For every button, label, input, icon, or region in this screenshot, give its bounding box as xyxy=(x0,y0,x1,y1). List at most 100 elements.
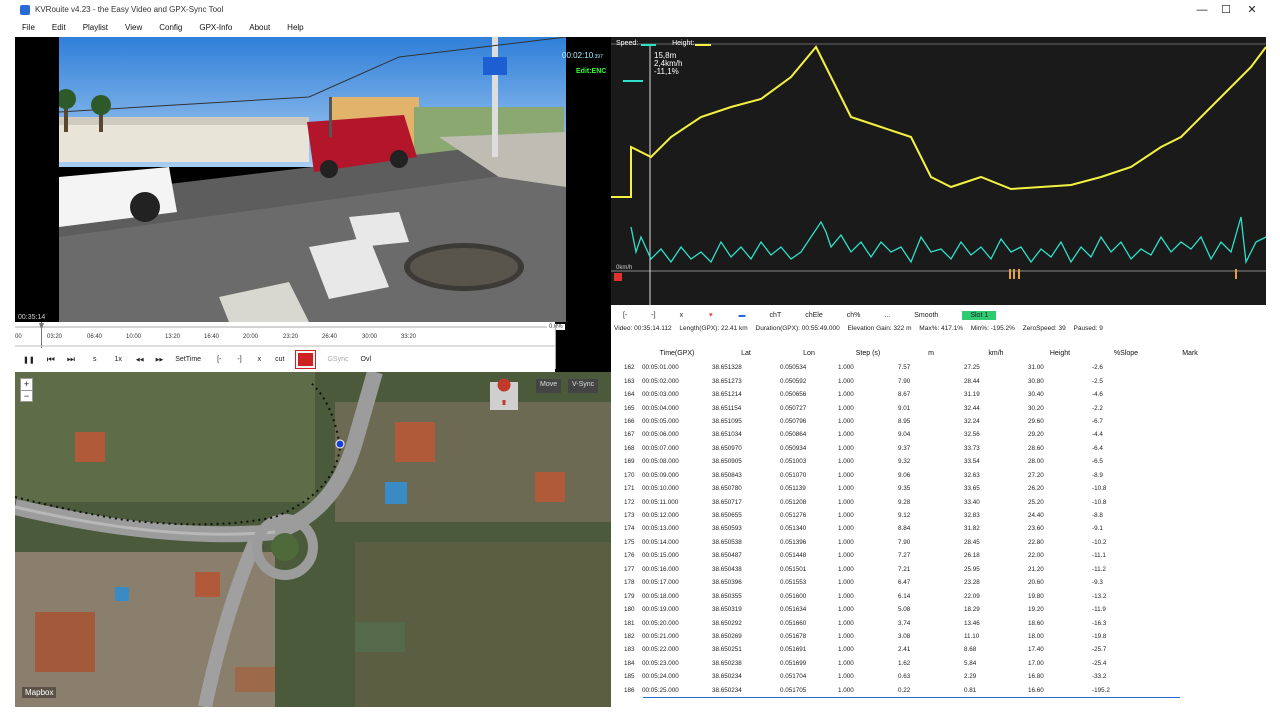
table-row[interactable]: 179 00:05:18.000 38.650355 0.051600 1.000 6.1… xyxy=(614,589,1254,602)
chart-line-icon[interactable]: ▬ xyxy=(739,312,746,319)
mark-out-button[interactable]: -] xyxy=(237,356,241,363)
video-frame[interactable] xyxy=(59,37,566,322)
chart-clear-button[interactable]: x xyxy=(680,312,684,319)
menu-config[interactable]: Config xyxy=(159,23,182,32)
table-cell: 00:05:06.000 xyxy=(642,431,679,439)
table-cell: 166 xyxy=(624,417,635,425)
table-cell: -25.7 xyxy=(1092,646,1107,654)
chart-mark-out-button[interactable]: -] xyxy=(651,312,655,319)
move-button[interactable]: Move xyxy=(536,379,562,393)
fast-forward-button[interactable]: ▶▶ xyxy=(156,357,164,363)
elevation-speed-chart[interactable] xyxy=(611,37,1267,305)
table-cell: -195.2 xyxy=(1092,686,1110,694)
next-button[interactable]: ⏭ xyxy=(67,354,75,365)
table-row[interactable]: 171 00:05:10.000 38.650780 0.051139 1.000 9.3… xyxy=(614,482,1254,495)
table-row[interactable]: 184 00:05:23.000 38.650238 0.051699 1.000 1.6… xyxy=(614,657,1254,670)
timeline-tick-label: 13:20 xyxy=(165,334,181,340)
chart-marker-icon[interactable]: 🔻 xyxy=(707,312,714,319)
table-cell: 38.650292 xyxy=(712,619,742,627)
header-height[interactable]: Height xyxy=(1028,350,1092,357)
table-row[interactable]: 172 00:05:11.000 38.650717 0.051208 1.000 9.2… xyxy=(614,495,1254,508)
table-cell: 38.650319 xyxy=(712,606,742,614)
gsync-button[interactable]: GSync xyxy=(327,356,348,363)
chart-controls: [- -] x 🔻 ▬ chT chEle ch% ... Smooth Slo… xyxy=(611,309,1266,321)
table-row[interactable]: 162 00:05:01.000 38.651328 0.050534 1.000 7.5… xyxy=(614,361,1254,374)
table-row[interactable]: 175 00:05:14.000 38.650538 0.051396 1.000 7.9… xyxy=(614,536,1254,549)
menu-file[interactable]: File xyxy=(22,23,35,32)
table-row[interactable]: 163 00:05:02.000 38.651273 0.050592 1.000 7.9… xyxy=(614,374,1254,387)
chart-elevation-button[interactable]: chEle xyxy=(805,312,823,319)
close-button[interactable]: ✕ xyxy=(1239,0,1265,19)
rewind-button[interactable]: ◀◀ xyxy=(136,357,144,363)
step-button[interactable]: s xyxy=(93,356,97,363)
pause-button[interactable]: ❚❚ xyxy=(23,356,35,364)
header-time[interactable]: Time(GPX) xyxy=(642,350,712,357)
table-cell: 38.650438 xyxy=(712,565,742,573)
zoom-out-button[interactable]: − xyxy=(21,391,32,402)
header-slope[interactable]: %Slope xyxy=(1092,350,1160,357)
table-row[interactable]: 186 00:05:25.000 38.650234 0.051705 1.000 0.2… xyxy=(614,684,1254,697)
settime-button[interactable]: SetTime xyxy=(175,356,201,363)
table-cell: 38.650487 xyxy=(712,552,742,560)
clear-mark-button[interactable]: x xyxy=(258,356,262,363)
menu-playlist[interactable]: Playlist xyxy=(83,23,108,32)
table-cell: 1.000 xyxy=(838,619,854,627)
table-row[interactable]: 170 00:05:09.000 38.650843 0.051070 1.000 9.0… xyxy=(614,469,1254,482)
table-row[interactable]: 166 00:05:05.000 38.651095 0.050796 1.000 8.9… xyxy=(614,415,1254,428)
header-m[interactable]: m xyxy=(898,350,964,357)
satellite-map[interactable] xyxy=(15,372,611,707)
table-cell: 38.650538 xyxy=(712,538,742,546)
previous-button[interactable]: ⏮ xyxy=(47,354,55,365)
menu-help[interactable]: Help xyxy=(287,23,303,32)
zoom-in-button[interactable]: + xyxy=(21,379,32,391)
table-row[interactable]: 168 00:05:07.000 38.650970 0.050934 1.000 9.3… xyxy=(614,442,1254,455)
menu-gpx-info[interactable]: GPX-Info xyxy=(199,23,232,32)
table-cell: 1.000 xyxy=(838,458,854,466)
table-cell: 0.81 xyxy=(964,686,977,694)
slot-button[interactable]: Slot 1 xyxy=(962,310,997,320)
overlay-button[interactable]: Ovl xyxy=(361,356,372,363)
header-lat[interactable]: Lat xyxy=(712,350,780,357)
table-cell: 00:05:01.000 xyxy=(642,364,679,372)
menu-view[interactable]: View xyxy=(125,23,142,32)
maximize-button[interactable]: ☐ xyxy=(1213,0,1239,19)
table-row[interactable]: 165 00:05:04.000 38.651154 0.050727 1.000 9.0… xyxy=(614,401,1254,414)
table-row[interactable]: 174 00:05:13.000 38.650593 0.051340 1.000 8.8… xyxy=(614,522,1254,535)
table-cell: 17.40 xyxy=(1028,646,1044,654)
mark-in-button[interactable]: [- xyxy=(217,356,221,363)
qr-code-icon[interactable] xyxy=(295,350,317,369)
table-row[interactable]: 173 00:05:12.000 38.650655 0.051276 1.000 9.1… xyxy=(614,509,1254,522)
header-lon[interactable]: Lon xyxy=(780,350,838,357)
table-cell: 1.000 xyxy=(838,538,854,546)
table-row[interactable]: 185 00:05:24.000 38.650234 0.051704 1.000 0.6… xyxy=(614,670,1254,683)
table-row[interactable]: 164 00:05:03.000 38.651214 0.050656 1.000 8.6… xyxy=(614,388,1254,401)
table-body: 162 00:05:01.000 38.651328 0.050534 1.000 7.5… xyxy=(614,361,1254,697)
playback-controls: ❚❚ ⏮ ⏭ s 1x ◀◀ ▶▶ SetTime [- -] x cut GS… xyxy=(15,348,431,371)
table-row[interactable]: 167 00:05:06.000 38.651034 0.050864 1.000 9.0… xyxy=(614,428,1254,441)
minimize-button[interactable]: — xyxy=(1189,0,1215,19)
table-row[interactable]: 176 00:05:15.000 38.650487 0.051448 1.000 7.2… xyxy=(614,549,1254,562)
vsync-button[interactable]: V-Sync xyxy=(568,379,599,393)
speed-button[interactable]: 1x xyxy=(114,356,121,363)
cut-button[interactable]: cut xyxy=(275,356,284,363)
table-row[interactable]: 169 00:05:08.000 38.650905 0.051003 1.000 9.3… xyxy=(614,455,1254,468)
smooth-button[interactable]: Smooth xyxy=(914,312,938,319)
menu-edit[interactable]: Edit xyxy=(52,23,66,32)
timeline-tick-label: 33:20 xyxy=(401,334,417,340)
table-cell: 177 xyxy=(624,565,635,573)
menu-about[interactable]: About xyxy=(249,23,270,32)
table-row[interactable]: 180 00:05:19.000 38.650319 0.051634 1.000 5.0… xyxy=(614,603,1254,616)
table-cell: 9.01 xyxy=(898,404,911,412)
table-row[interactable]: 182 00:05:21.000 38.650269 0.051678 1.000 3.0… xyxy=(614,630,1254,643)
chart-mark-in-button[interactable]: [- xyxy=(623,312,627,319)
table-row[interactable]: 177 00:05:16.000 38.650438 0.051501 1.000 7.2… xyxy=(614,563,1254,576)
header-kmh[interactable]: km/h xyxy=(964,350,1028,357)
chart-more-button[interactable]: ... xyxy=(884,312,890,319)
table-row[interactable]: 183 00:05:22.000 38.650251 0.051691 1.000 2.4… xyxy=(614,643,1254,656)
header-step[interactable]: Step (s) xyxy=(838,350,898,357)
header-mark[interactable]: Mark xyxy=(1160,350,1220,357)
table-row[interactable]: 178 00:05:17.000 38.650396 0.051553 1.000 6.4… xyxy=(614,576,1254,589)
table-row[interactable]: 181 00:05:20.000 38.650292 0.051660 1.000 3.7… xyxy=(614,616,1254,629)
chart-type-button[interactable]: chT xyxy=(770,312,782,319)
chart-percent-button[interactable]: ch% xyxy=(847,312,861,319)
